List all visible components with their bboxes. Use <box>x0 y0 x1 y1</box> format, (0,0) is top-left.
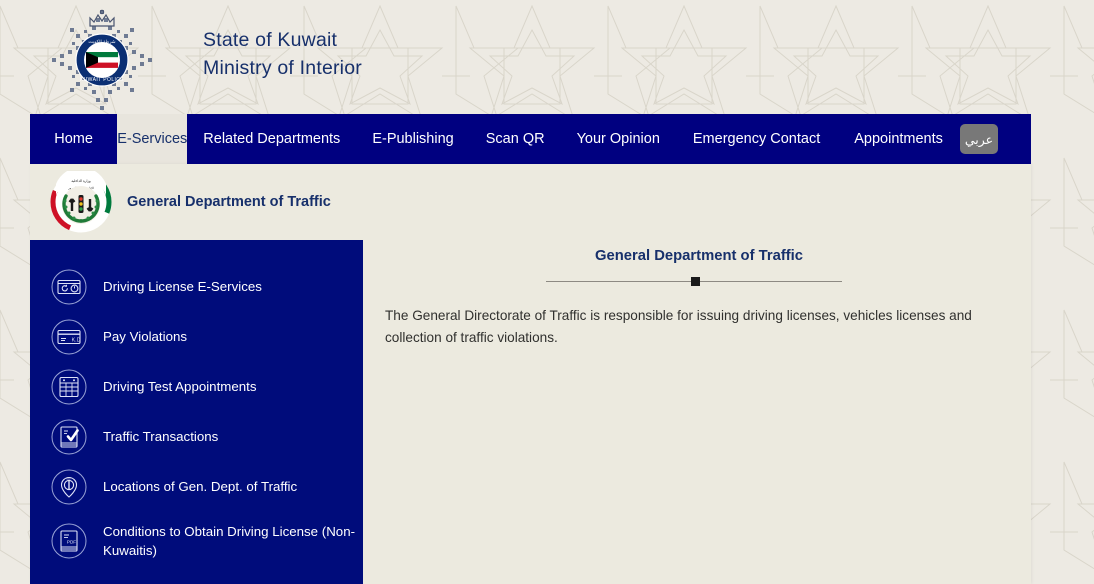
sidebar-item-pay-violations[interactable]: K.D Pay Violations <box>30 312 363 362</box>
sidebar-item-driving-test-appointments[interactable]: Driving Test Appointments <box>30 362 363 412</box>
general-department-of-traffic-emblem: وزارة الداخلية الإدارة العامة للمرور <box>50 171 112 233</box>
kuwait-police-emblem: شرطة الكويت KUWAIT POLICE <box>52 9 152 110</box>
language-toggle-arabic[interactable]: عربي <box>959 124 998 154</box>
sidebar-item-label: Conditions to Obtain Driving License (No… <box>103 523 356 558</box>
svg-text:K.D: K.D <box>72 338 81 344</box>
calendar-icon <box>51 369 87 405</box>
ministry-title: Ministry of Interior <box>203 56 362 79</box>
content-panel: وزارة الداخلية الإدارة العامة للمرور <box>30 164 1031 584</box>
main-content: General Department of Traffic The Genera… <box>363 240 1031 584</box>
pdf-document-icon: PDF <box>51 523 87 559</box>
nav-item-related-departments[interactable]: Related Departments <box>187 114 356 164</box>
nav-item-home[interactable]: Home <box>30 114 117 164</box>
page-root: شرطة الكويت KUWAIT POLICE State of Kuwai… <box>0 0 1094 584</box>
nav-item-e-publishing[interactable]: E-Publishing <box>356 114 469 164</box>
department-header: وزارة الداخلية الإدارة العامة للمرور <box>30 164 331 240</box>
svg-text:PDF: PDF <box>67 540 76 545</box>
page-title: General Department of Traffic <box>594 248 804 264</box>
nav-item-emergency-contact[interactable]: Emergency Contact <box>676 114 837 164</box>
sidebar-item-locations-of-traffic-department[interactable]: GDT Locations of Gen. Dept. of Traffic <box>30 462 363 512</box>
payment-card-kd-icon: K.D <box>51 319 87 355</box>
description-text: The General Directorate of Traffic is re… <box>385 308 972 346</box>
services-sidebar: Driving License E-Services K.D Pay Viola… <box>30 240 363 584</box>
main-navigation: Home E-Services Related Departments E-Pu… <box>30 114 1031 164</box>
nav-item-your-opinion[interactable]: Your Opinion <box>561 114 676 164</box>
nav-item-scan-qr[interactable]: Scan QR <box>470 114 561 164</box>
sidebar-item-conditions-to-obtain-driving-license[interactable]: PDF Conditions to Obtain Driving License… <box>30 512 363 570</box>
license-card-icon <box>51 269 87 305</box>
sidebar-item-label: Pay Violations <box>103 329 188 345</box>
svg-text:وزارة الداخلية: وزارة الداخلية <box>71 179 91 183</box>
site-header: شرطة الكويت KUWAIT POLICE State of Kuwai… <box>0 0 1094 114</box>
document-check-icon <box>51 419 87 455</box>
sidebar-item-label: Traffic Transactions <box>103 429 219 445</box>
sidebar-item-driving-license-e-services[interactable]: Driving License E-Services <box>30 262 363 312</box>
nav-item-appointments[interactable]: Appointments <box>837 114 960 164</box>
sidebar-item-label: Locations of Gen. Dept. of Traffic <box>103 479 298 495</box>
location-pin-icon: GDT <box>51 469 87 505</box>
sidebar-item-traffic-transactions[interactable]: Traffic Transactions <box>30 412 363 462</box>
sidebar-item-label: Driving Test Appointments <box>103 379 257 395</box>
divider-knob <box>691 277 700 286</box>
nav-item-e-services[interactable]: E-Services <box>117 114 188 164</box>
svg-text:GDT: GDT <box>66 476 72 480</box>
sidebar-item-label: Driving License E-Services <box>103 279 262 295</box>
header-titles: State of Kuwait Ministry of Interior <box>203 27 362 82</box>
title-divider <box>546 277 842 287</box>
svg-text:KUWAIT POLICE: KUWAIT POLICE <box>80 77 124 83</box>
state-title: State of Kuwait <box>203 29 338 51</box>
department-name: General Department of Traffic <box>127 194 331 210</box>
